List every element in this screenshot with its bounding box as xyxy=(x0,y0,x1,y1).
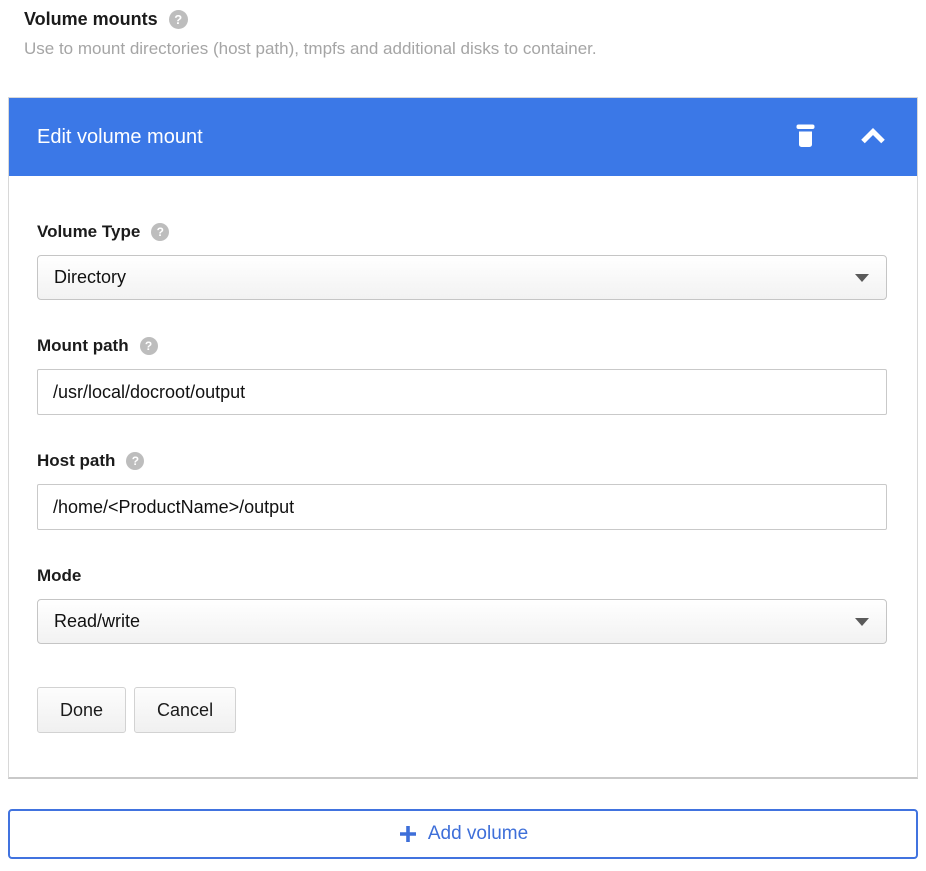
host-path-input[interactable] xyxy=(37,484,887,530)
mount-path-label: Mount path xyxy=(37,336,129,356)
field-mount-path: Mount path ? xyxy=(37,336,887,415)
card-title: Edit volume mount xyxy=(37,126,794,149)
cancel-button[interactable]: Cancel xyxy=(134,687,236,733)
volume-type-value: Directory xyxy=(54,267,126,288)
collapse-card-button[interactable] xyxy=(859,127,887,148)
chevron-up-icon xyxy=(859,127,887,148)
mode-select[interactable]: Read/write xyxy=(37,599,887,644)
mode-value: Read/write xyxy=(54,611,140,632)
add-volume-button[interactable]: Add volume xyxy=(8,809,918,859)
form-actions: Done Cancel xyxy=(37,687,887,733)
help-icon[interactable]: ? xyxy=(169,10,188,29)
caret-down-icon xyxy=(855,618,869,626)
mount-path-input[interactable] xyxy=(37,369,887,415)
help-icon[interactable]: ? xyxy=(140,337,158,355)
card-header: Edit volume mount xyxy=(9,98,917,176)
mode-label: Mode xyxy=(37,566,81,586)
section-subtitle: Use to mount directories (host path), tm… xyxy=(24,38,926,60)
caret-down-icon xyxy=(855,274,869,282)
volume-type-label: Volume Type xyxy=(37,222,140,242)
plus-icon xyxy=(398,824,418,844)
trash-icon xyxy=(794,122,817,152)
volume-mounts-section: Volume mounts ? Use to mount directories… xyxy=(0,0,926,859)
add-volume-label: Add volume xyxy=(428,823,528,845)
field-host-path: Host path ? xyxy=(37,451,887,530)
host-path-label: Host path xyxy=(37,451,115,471)
help-icon[interactable]: ? xyxy=(126,452,144,470)
field-volume-type: Volume Type ? Directory xyxy=(37,222,887,300)
card-header-actions xyxy=(794,122,887,152)
delete-volume-button[interactable] xyxy=(794,122,817,152)
help-icon[interactable]: ? xyxy=(151,223,169,241)
field-mode: Mode Read/write xyxy=(37,566,887,644)
volume-type-select[interactable]: Directory xyxy=(37,255,887,300)
card-body: Volume Type ? Directory Mount path ? Hos… xyxy=(9,176,917,777)
page-title: Volume mounts xyxy=(24,8,158,30)
done-button[interactable]: Done xyxy=(37,687,126,733)
section-header: Volume mounts ? xyxy=(0,0,926,30)
edit-volume-mount-card: Edit volume mount xyxy=(8,97,918,779)
